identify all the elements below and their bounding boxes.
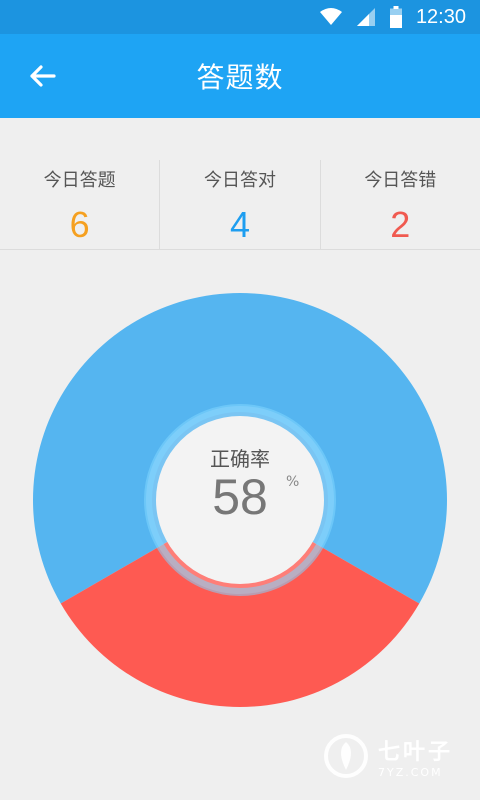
stat-value: 6 bbox=[69, 204, 90, 245]
pie-chart bbox=[32, 292, 447, 707]
stats-row: 今日答题 6 今日答对 4 今日答错 2 bbox=[0, 160, 480, 250]
watermark-logo: 七叶子 7YZ.COM bbox=[322, 726, 472, 786]
stat-value: 4 bbox=[229, 204, 250, 245]
app-bar: 答题数 bbox=[0, 34, 480, 118]
stat-today-answered: 今日答题 6 bbox=[0, 160, 161, 249]
stat-value: 2 bbox=[390, 204, 411, 245]
battery-icon bbox=[389, 6, 402, 28]
status-time: 12:30 bbox=[415, 5, 466, 28]
arrow-left-icon bbox=[30, 65, 56, 87]
stat-label: 今日答对 bbox=[203, 170, 276, 191]
accuracy-chart: 正确率 58 % bbox=[0, 280, 480, 720]
status-bar: 12:30 bbox=[0, 0, 480, 34]
wifi-icon bbox=[319, 8, 342, 26]
watermark-text: 七叶子 bbox=[378, 739, 454, 765]
watermark-sub: 7YZ.COM bbox=[378, 765, 443, 779]
signal-icon bbox=[356, 7, 376, 27]
stat-label: 今日答题 bbox=[43, 170, 116, 191]
leaf-logo-icon bbox=[324, 734, 368, 778]
pie-center bbox=[156, 416, 324, 584]
stat-today-wrong: 今日答错 2 bbox=[321, 160, 480, 249]
stat-today-correct: 今日答对 4 bbox=[160, 160, 321, 249]
back-button[interactable] bbox=[26, 60, 58, 92]
page-title: 答题数 bbox=[196, 61, 284, 94]
stat-label: 今日答错 bbox=[364, 170, 437, 191]
